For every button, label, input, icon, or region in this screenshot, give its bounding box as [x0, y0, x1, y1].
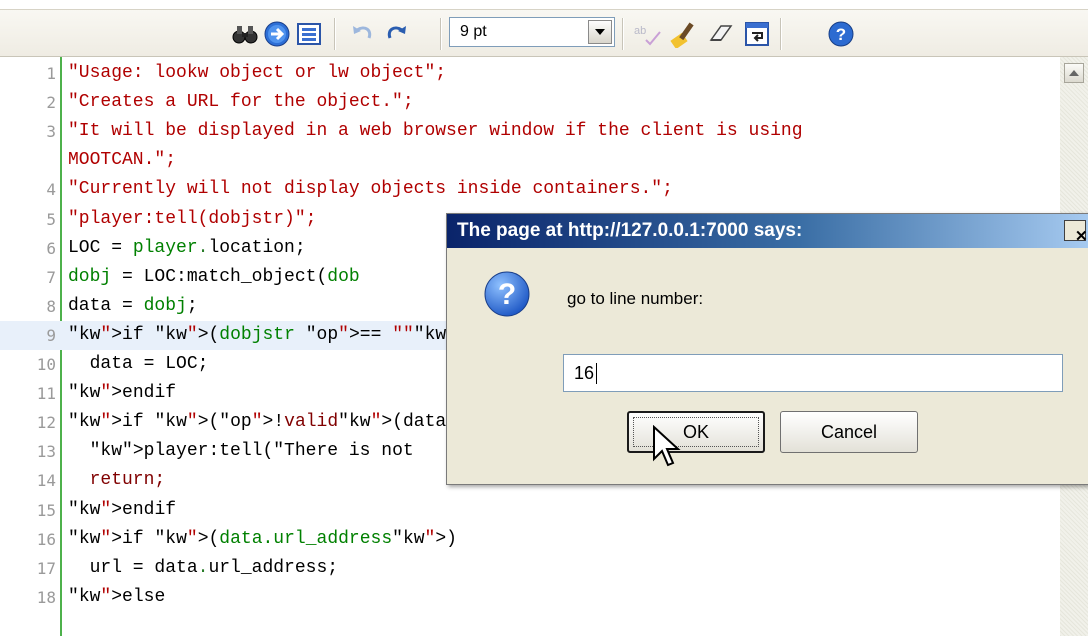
dialog-title-bar[interactable]: The page at http://127.0.0.1:7000 says: …	[447, 214, 1088, 248]
code-text: "kw">if "kw">(dobjstr "op">== """kw">)	[68, 324, 479, 345]
svg-text:ab: ab	[634, 25, 646, 37]
code-line[interactable]: 3 "It will be displayed in a web browser …	[0, 117, 1060, 146]
line-number: 4	[46, 180, 56, 200]
code-text: MOOTCAN.";	[68, 150, 177, 171]
code-text: "player:tell(dobjstr)";	[68, 208, 317, 229]
question-icon: ?	[483, 270, 531, 318]
close-icon[interactable]: ✕	[1064, 220, 1088, 245]
scroll-up-icon[interactable]	[1064, 63, 1084, 83]
font-size-value: 9 pt	[460, 23, 487, 40]
code-text: "kw">if "kw">(data.url_address"kw">)	[68, 528, 457, 549]
text-caret	[596, 363, 597, 384]
code-text: LOC = player.location;	[68, 237, 306, 258]
line-number: 11	[36, 384, 56, 404]
line-number: 14	[36, 471, 56, 491]
line-number: 12	[36, 413, 56, 433]
code-line[interactable]: 18 "kw">else	[0, 583, 1060, 612]
code-text: "kw">player:tell("There is not	[89, 441, 414, 462]
code-line[interactable]: 1 "Usage: lookw object or lw object";	[0, 59, 1060, 88]
code-text: "Creates a URL for the object.";	[68, 92, 414, 113]
code-text: "kw">endif	[68, 383, 177, 404]
help-icon[interactable]: ?	[824, 17, 858, 51]
svg-text:?: ?	[836, 25, 846, 44]
code-line[interactable]: 16 "kw">if "kw">(data.url_address"kw">)	[0, 525, 1060, 554]
line-number-value: 16	[574, 363, 595, 383]
code-line[interactable]: 4 "Currently will not display objects ins…	[0, 175, 1060, 204]
dialog-prompt: go to line number:	[567, 289, 704, 308]
code-text: "Usage: lookw object or lw object";	[68, 63, 447, 83]
select-all-icon[interactable]	[292, 17, 326, 51]
line-number: 7	[46, 267, 56, 287]
ok-button[interactable]: OK	[627, 411, 765, 453]
redo-icon[interactable]	[380, 17, 414, 51]
line-number: 13	[36, 442, 56, 462]
code-text: data = LOC;	[68, 354, 209, 374]
dialog-title: The page at http://127.0.0.1:7000 says:	[457, 220, 803, 241]
line-number: 2	[46, 93, 56, 113]
line-number: 17	[36, 558, 56, 578]
find-icon[interactable]	[228, 17, 262, 51]
code-text: "kw">else	[68, 586, 166, 607]
eraser-icon[interactable]	[704, 17, 738, 51]
code-text: "kw">endif	[68, 499, 177, 520]
chevron-down-icon[interactable]	[588, 20, 612, 44]
line-number: 6	[46, 238, 56, 258]
code-text: data = dobj;	[68, 295, 198, 316]
line-number: 5	[46, 209, 56, 229]
svg-text:?: ?	[498, 278, 516, 311]
code-text: "Currently will not display objects insi…	[68, 179, 673, 200]
cancel-button[interactable]: Cancel	[780, 411, 918, 453]
code-line[interactable]: 15 "kw">endif	[0, 496, 1060, 525]
line-number: 15	[36, 500, 56, 520]
code-text: "It will be displayed in a web browser w…	[68, 121, 803, 142]
code-text: return;	[68, 470, 166, 491]
line-number: 18	[36, 587, 56, 607]
code-line[interactable]: 17 url = data.url_address;	[0, 554, 1060, 583]
highlight-icon[interactable]	[668, 17, 702, 51]
mouse-pointer-icon	[652, 424, 684, 469]
goto-icon[interactable]	[260, 17, 294, 51]
wrap-icon[interactable]	[740, 17, 774, 51]
line-number: 3	[46, 122, 56, 142]
line-number: 8	[46, 296, 56, 316]
line-number-input[interactable]: 16	[563, 354, 1063, 392]
code-text: url = data.url_address;	[68, 557, 339, 578]
code-text: dobj = LOC:match_object(dob	[68, 266, 360, 287]
line-number: 9	[46, 325, 56, 345]
undo-icon[interactable]	[345, 17, 379, 51]
font-size-select[interactable]: 9 pt	[449, 17, 615, 47]
line-number: 10	[36, 355, 56, 374]
editor-toolbar: 9 pt ab ?	[0, 0, 1088, 57]
line-number: 1	[46, 64, 56, 83]
spellcheck-icon[interactable]: ab	[630, 17, 664, 51]
line-number: 16	[36, 529, 56, 549]
prompt-dialog: The page at http://127.0.0.1:7000 says: …	[446, 213, 1088, 485]
code-line[interactable]: 2 "Creates a URL for the object.";	[0, 88, 1060, 117]
code-line[interactable]: MOOTCAN.";	[0, 146, 1060, 175]
